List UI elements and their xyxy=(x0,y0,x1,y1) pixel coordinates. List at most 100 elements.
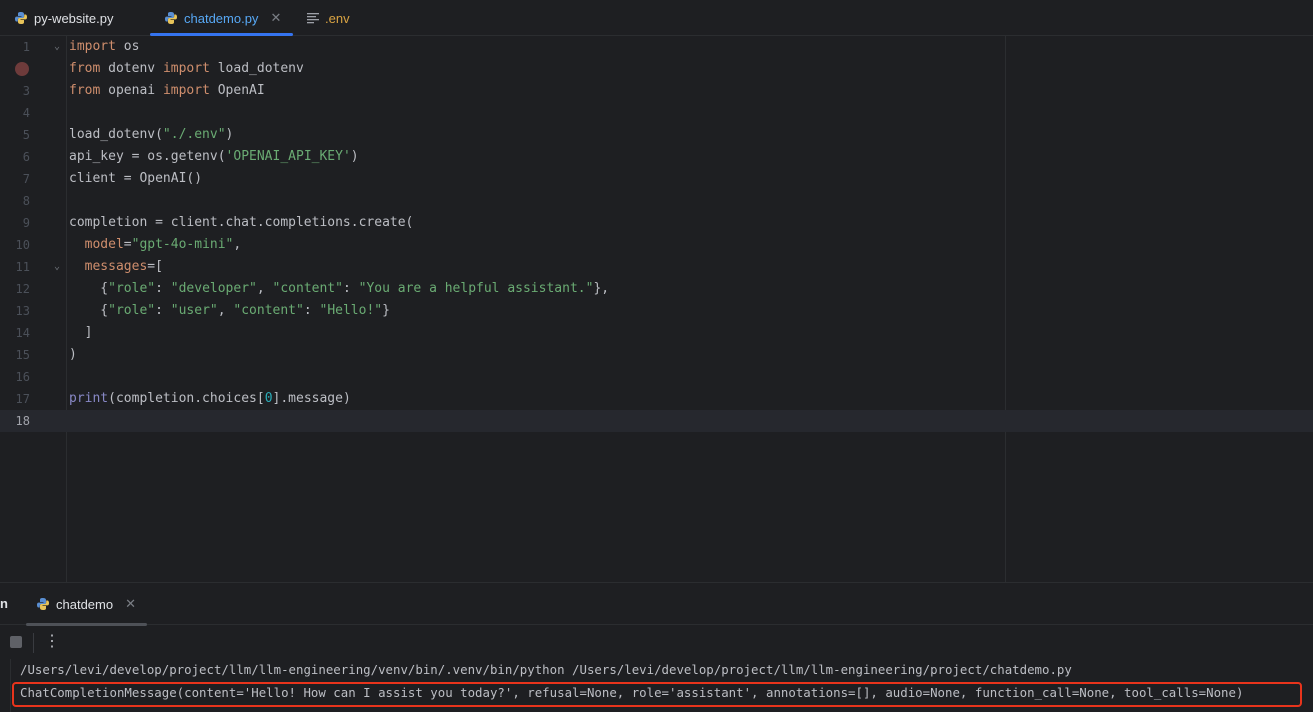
string-literal: "./.env" xyxy=(162,127,226,142)
keyword: import xyxy=(162,61,210,76)
code-line[interactable]: 3 from openai import OpenAI xyxy=(0,80,1313,102)
line-number: 12 xyxy=(15,282,30,296)
code-line[interactable]: 6 api_key = os.getenv('OPENAI_API_KEY') xyxy=(0,146,1313,168)
string-literal: "Hello!" xyxy=(319,303,383,318)
code-text: ) xyxy=(225,127,234,142)
code-line[interactable]: 15 ) xyxy=(0,344,1313,366)
code-text: api_key = os.getenv( xyxy=(69,149,226,164)
code-text: ) xyxy=(69,347,77,362)
string-literal: "content" xyxy=(272,281,343,296)
param-name: messages xyxy=(84,259,148,274)
code-text: load_dotenv xyxy=(209,61,304,76)
line-number: 10 xyxy=(15,238,30,252)
line-number: 14 xyxy=(15,326,30,340)
fold-icon[interactable]: ⌄ xyxy=(54,256,60,278)
code-line[interactable]: 13 {"role": "user", "content": "Hello!"} xyxy=(0,300,1313,322)
param-name: model xyxy=(84,237,124,252)
run-tool-window: n chatdemo ✕ ⋮ /Users/levi/develop/proje… xyxy=(0,582,1313,712)
string-literal: "role" xyxy=(108,281,156,296)
code-line[interactable]: 17 print(completion.choices[0].message) xyxy=(0,388,1313,410)
output-highlight-box xyxy=(12,682,1302,707)
code-text: openai xyxy=(100,83,163,98)
code-text: =[ xyxy=(147,259,163,274)
tab-py-website[interactable]: py-website.py xyxy=(14,0,113,36)
code-text: : xyxy=(303,303,320,318)
code-text: , xyxy=(233,237,242,252)
code-text: (completion.choices[ xyxy=(108,391,265,406)
python-icon xyxy=(15,12,27,24)
code-text: : xyxy=(155,303,171,318)
console-command-line: /Users/levi/develop/project/llm/llm-engi… xyxy=(20,662,1072,677)
code-text: { xyxy=(69,281,109,296)
console-gutter xyxy=(0,659,11,712)
run-toolbar: ⋮ xyxy=(0,627,1313,659)
breakpoint-icon[interactable] xyxy=(15,62,29,76)
line-number: 6 xyxy=(22,150,30,164)
run-tab-chatdemo[interactable]: chatdemo ✕ xyxy=(26,583,147,626)
tab-chatdemo[interactable]: chatdemo.py ✕ xyxy=(149,0,294,36)
code-text: ] xyxy=(69,325,93,340)
code-line[interactable]: 12 {"role": "developer", "content": "You… xyxy=(0,278,1313,300)
code-line[interactable]: 8 xyxy=(0,190,1313,212)
keyword: import xyxy=(69,39,116,54)
editor-tab-bar: py-website.py chatdemo.py ✕ .env xyxy=(0,0,1313,36)
python-icon xyxy=(37,598,49,610)
code-text: OpenAI xyxy=(209,83,265,98)
fold-icon[interactable]: ⌄ xyxy=(54,36,60,58)
code-text: , xyxy=(256,281,273,296)
python-icon xyxy=(165,12,177,24)
tab-label: chatdemo.py xyxy=(184,10,259,26)
code-text: client = OpenAI() xyxy=(69,171,203,186)
stop-icon[interactable] xyxy=(10,636,22,648)
tab-label: py-website.py xyxy=(34,10,114,26)
code-text: : xyxy=(342,281,359,296)
string-literal: "role" xyxy=(108,303,156,318)
line-number: 15 xyxy=(15,348,30,362)
code-line[interactable]: 1 ⌄ import os xyxy=(0,36,1313,58)
run-panel-title: n xyxy=(0,596,8,611)
run-tab-label: chatdemo xyxy=(56,596,114,612)
number-literal: 0 xyxy=(264,391,273,406)
code-line[interactable]: 14 ] xyxy=(0,322,1313,344)
line-number: 16 xyxy=(15,370,30,384)
code-text: load_dotenv( xyxy=(69,127,163,142)
line-number: 13 xyxy=(15,304,30,318)
code-text: dotenv xyxy=(100,61,163,76)
code-line[interactable]: 5 load_dotenv("./.env") xyxy=(0,124,1313,146)
builtin-function: print xyxy=(69,391,109,406)
code-text: completion = client.chat.completions.cre… xyxy=(69,215,414,230)
code-line[interactable]: 7 client = OpenAI() xyxy=(0,168,1313,190)
close-run-tab-icon[interactable]: ✕ xyxy=(125,596,136,612)
string-literal: "You are a helpful assistant." xyxy=(358,281,594,296)
line-number: 8 xyxy=(22,194,30,208)
code-text: ].message) xyxy=(272,391,351,406)
line-number: 5 xyxy=(22,128,30,142)
close-tab-icon[interactable]: ✕ xyxy=(270,10,281,26)
code-text: ) xyxy=(350,149,359,164)
code-editor[interactable]: 1 ⌄ import os from dotenv import load_do… xyxy=(0,36,1313,582)
code-line[interactable]: 11 ⌄ messages=[ xyxy=(0,256,1313,278)
code-line[interactable]: from dotenv import load_dotenv xyxy=(0,58,1313,80)
code-line-current[interactable]: 18 xyxy=(0,410,1313,432)
text-file-icon xyxy=(307,13,319,24)
code-line[interactable]: 4 xyxy=(0,102,1313,124)
string-literal: "content" xyxy=(233,303,304,318)
more-options-icon[interactable]: ⋮ xyxy=(44,631,60,653)
run-panel-header: n chatdemo ✕ xyxy=(0,583,1313,626)
code-text: }, xyxy=(593,281,610,296)
string-literal: "user" xyxy=(170,303,218,318)
code-line[interactable]: 16 xyxy=(0,366,1313,388)
line-number: 3 xyxy=(22,84,30,98)
code-line[interactable]: 10 model="gpt-4o-mini", xyxy=(0,234,1313,256)
string-literal: "gpt-4o-mini" xyxy=(131,237,234,252)
code-text: , xyxy=(217,303,234,318)
code-text: = xyxy=(123,237,132,252)
code-text: { xyxy=(69,303,109,318)
tab-env[interactable]: .env xyxy=(307,0,350,36)
code-text: os xyxy=(115,39,140,54)
code-line[interactable]: 9 completion = client.chat.completions.c… xyxy=(0,212,1313,234)
line-number: 1 xyxy=(22,40,30,54)
line-number: 4 xyxy=(22,106,30,120)
